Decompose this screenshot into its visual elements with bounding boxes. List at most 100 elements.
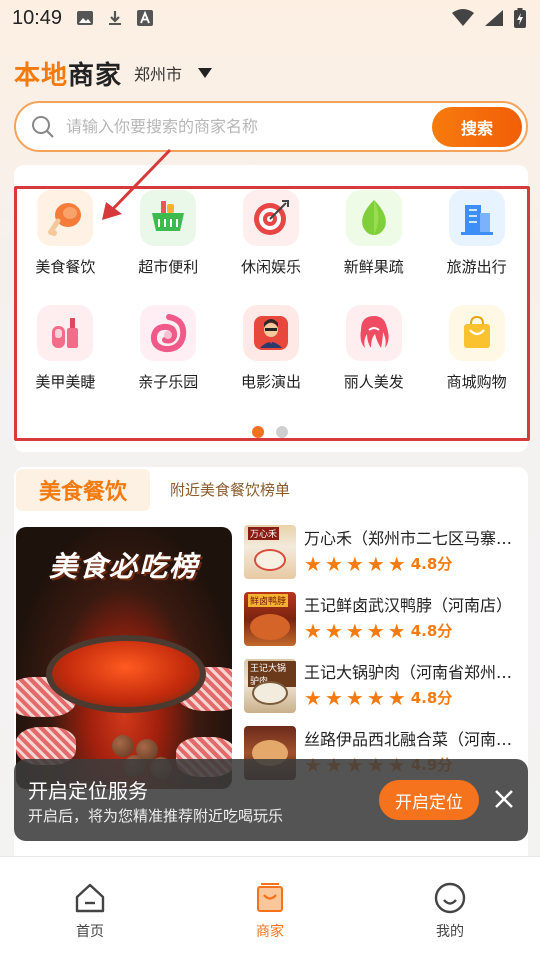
category-kids[interactable]: 亲子乐园 bbox=[117, 305, 220, 392]
category-movie[interactable]: 电影演出 bbox=[220, 305, 323, 392]
smile-icon bbox=[434, 882, 466, 914]
star-icon: ★ bbox=[387, 685, 406, 710]
category-label: 丽人美发 bbox=[343, 373, 404, 391]
star-icon: ★ bbox=[304, 685, 322, 710]
category-label: 新鲜果疏 bbox=[343, 258, 404, 276]
nav-profile[interactable]: 我的 bbox=[360, 857, 540, 960]
nail-polish-icon bbox=[37, 305, 94, 361]
star-icon: ★ bbox=[366, 618, 385, 643]
enable-location-button[interactable]: 开启定位 bbox=[379, 780, 479, 820]
list-item[interactable]: 王记大锅驴肉 王记大锅驴肉（河南省郑州市店） ★ ★ ★ ★ ★ 4.8分 bbox=[244, 659, 528, 726]
category-beauty[interactable]: 丽人美发 bbox=[322, 305, 425, 392]
shop-name: 王记鲜卤武汉鸭脖（河南店） bbox=[304, 596, 513, 615]
nav-home[interactable]: 首页 bbox=[0, 857, 180, 960]
app-logo: 本地商家 bbox=[14, 60, 123, 91]
status-bar: 10:49 bbox=[0, 0, 540, 36]
city-selector-label[interactable]: 郑州市 bbox=[134, 61, 182, 85]
food-image-decor bbox=[112, 735, 134, 757]
star-icon: ★ bbox=[387, 618, 406, 643]
building-icon bbox=[448, 190, 505, 246]
pager-dot[interactable] bbox=[276, 426, 288, 438]
nav-label: 我的 bbox=[436, 924, 464, 940]
app-header: 本地商家 郑州市 bbox=[14, 56, 213, 91]
star-icon: ★ bbox=[324, 685, 343, 710]
food-section-subtitle: 附近美食餐饮榜单 bbox=[170, 481, 291, 499]
search-bar: 搜索 bbox=[14, 101, 528, 152]
shop-name: 王记大锅驴肉（河南省郑州市店） bbox=[304, 663, 524, 682]
rating-score: 4.8分 bbox=[410, 622, 453, 640]
rating: ★ ★ ★ ★ ★ 4.8分 bbox=[304, 553, 524, 574]
search-button[interactable]: 搜索 bbox=[432, 106, 522, 147]
food-section-title[interactable]: 美食餐饮 bbox=[16, 469, 150, 511]
star-icon: ★ bbox=[366, 685, 385, 710]
category-mall[interactable]: 商城购物 bbox=[425, 305, 528, 392]
drumstick-icon bbox=[37, 190, 94, 246]
category-fresh[interactable]: 新鲜果疏 bbox=[322, 190, 425, 277]
category-label: 亲子乐园 bbox=[138, 373, 199, 391]
caret-down-icon[interactable] bbox=[198, 68, 213, 78]
category-grid: 美食餐饮 超市便利 休闲娱乐 新鲜果疏 旅游出行 美甲美睫 亲子乐园 电影演出 … bbox=[14, 190, 528, 392]
star-icon: ★ bbox=[304, 551, 322, 576]
star-icon: ★ bbox=[366, 551, 385, 576]
hair-icon bbox=[345, 305, 402, 361]
battery-icon bbox=[514, 8, 526, 28]
list-item[interactable]: 鲜卤鸭脖 王记鲜卤武汉鸭脖（河南店） ★ ★ ★ ★ ★ 4.8分 bbox=[244, 592, 528, 659]
annotation-arrow-icon bbox=[102, 148, 172, 220]
target-icon bbox=[242, 190, 299, 246]
bottom-navigation: 首页 商家 我的 bbox=[0, 856, 540, 960]
nav-shops[interactable]: 商家 bbox=[180, 857, 360, 960]
leaf-icon bbox=[345, 190, 402, 246]
category-pager bbox=[252, 426, 288, 438]
hotpot-image bbox=[46, 635, 206, 713]
home-icon bbox=[75, 883, 105, 913]
shop-name: 丝路伊品西北融合菜（河南店） bbox=[304, 730, 524, 749]
category-label: 电影演出 bbox=[240, 373, 301, 391]
image-icon bbox=[77, 11, 94, 25]
star-icon: ★ bbox=[387, 551, 406, 576]
download-icon bbox=[109, 11, 122, 25]
food-ranking-list: 万心禾 万心禾（郑州市二七区马寨镇店） ★ ★ ★ ★ ★ 4.8分 鲜卤鸭脖 王记鲜卤… bbox=[244, 525, 528, 793]
shop-thumbnail: 鲜卤鸭脖 bbox=[244, 592, 296, 646]
star-icon: ★ bbox=[324, 618, 343, 643]
nav-label: 首页 bbox=[76, 924, 104, 940]
food-ranking-banner[interactable]: 美食必吃榜 bbox=[16, 527, 232, 789]
star-icon: ★ bbox=[345, 618, 364, 643]
shopping-bag-icon bbox=[448, 305, 505, 361]
rating-score: 4.8分 bbox=[410, 689, 453, 707]
shop-thumbnail: 万心禾 bbox=[244, 525, 296, 579]
star-icon: ★ bbox=[324, 551, 343, 576]
signal-icon bbox=[485, 10, 503, 26]
banner-title: 美食必吃榜 bbox=[48, 550, 199, 583]
close-icon[interactable] bbox=[492, 787, 516, 811]
category-travel[interactable]: 旅游出行 bbox=[425, 190, 528, 277]
rating: ★ ★ ★ ★ ★ 4.8分 bbox=[304, 620, 524, 641]
star-icon: ★ bbox=[304, 618, 322, 643]
status-system-icons bbox=[452, 8, 526, 28]
pager-dot-active[interactable] bbox=[252, 426, 264, 438]
status-notification-icons bbox=[76, 9, 154, 27]
category-leisure[interactable]: 休闲娱乐 bbox=[220, 190, 323, 277]
shop-name: 万心禾（郑州市二七区马寨镇店） bbox=[304, 529, 524, 548]
nav-label: 商家 bbox=[256, 924, 284, 940]
search-input[interactable] bbox=[66, 117, 432, 136]
shop-thumbnail: 王记大锅驴肉 bbox=[244, 659, 296, 713]
star-icon: ★ bbox=[345, 551, 364, 576]
category-label: 商城购物 bbox=[446, 373, 507, 391]
category-label: 旅游出行 bbox=[446, 258, 507, 276]
location-permission-toast: 开启定位服务 开启后，将为您精准推荐附近吃喝玩乐 开启定位 bbox=[14, 759, 528, 841]
category-label: 美食餐饮 bbox=[35, 258, 96, 276]
category-label: 超市便利 bbox=[138, 258, 199, 276]
category-label: 美甲美睫 bbox=[35, 373, 96, 391]
category-label: 休闲娱乐 bbox=[240, 258, 301, 276]
rating: ★ ★ ★ ★ ★ 4.8分 bbox=[304, 687, 524, 708]
movie-icon bbox=[242, 305, 299, 361]
font-icon bbox=[137, 10, 154, 26]
shop-bag-icon bbox=[257, 883, 283, 912]
toast-title: 开启定位服务 bbox=[28, 779, 148, 803]
status-time: 10:49 bbox=[12, 6, 63, 29]
toast-description: 开启后，将为您精准推荐附近吃喝玩乐 bbox=[28, 807, 284, 825]
wifi-icon bbox=[452, 9, 474, 26]
list-item[interactable]: 万心禾 万心禾（郑州市二七区马寨镇店） ★ ★ ★ ★ ★ 4.8分 bbox=[244, 525, 528, 592]
category-nails[interactable]: 美甲美睫 bbox=[14, 305, 117, 392]
star-icon: ★ bbox=[345, 685, 364, 710]
